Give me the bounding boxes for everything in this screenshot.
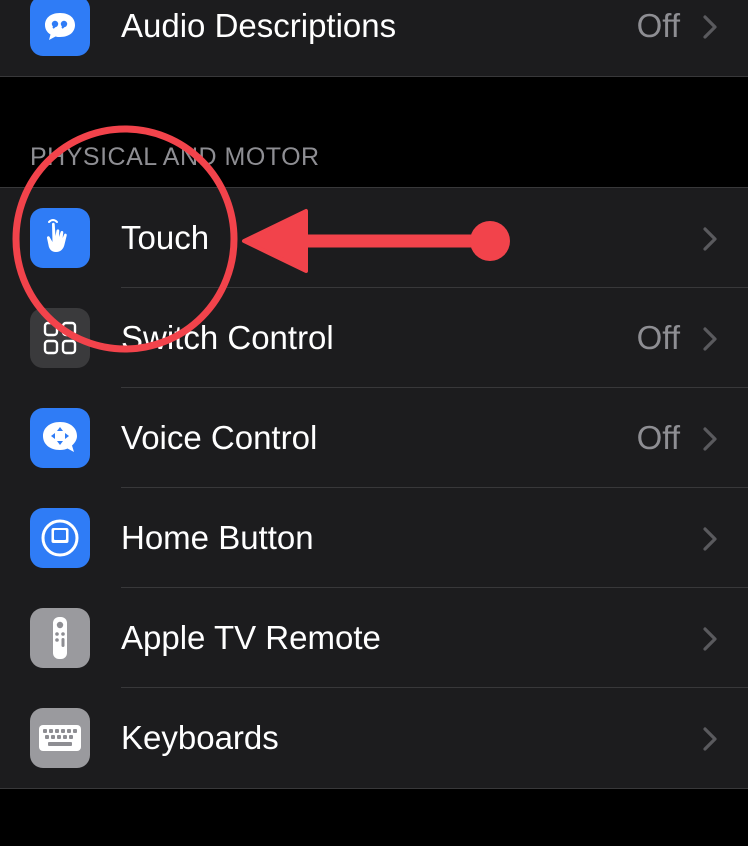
row-switch-control[interactable]: Switch Control Off [0,288,748,388]
row-keyboards[interactable]: Keyboards [0,688,748,788]
chevron-right-icon [703,15,717,39]
tv-remote-icon [30,608,90,668]
speech-bubble-quote-icon [30,0,90,56]
switch-control-value: Off [636,319,680,356]
keyboards-label: Keyboards [121,719,279,756]
chevron-right-icon [703,427,717,451]
row-apple-tv-remote[interactable]: Apple TV Remote [0,588,748,688]
row-audio-descriptions[interactable]: Audio Descriptions Off [0,0,748,76]
apple-tv-remote-label: Apple TV Remote [121,619,381,656]
audio-descriptions-label: Audio Descriptions [121,7,397,44]
chevron-right-icon [703,327,717,351]
section-header-physical-motor: PHYSICAL AND MOTOR [30,143,320,171]
top-settings-group: Audio Descriptions Off [0,0,748,77]
chevron-right-icon [703,727,717,751]
hand-touch-icon [30,208,90,268]
chevron-right-icon [703,227,717,251]
row-touch[interactable]: Touch [0,188,748,288]
voice-control-icon [30,408,90,468]
voice-control-label: Voice Control [121,419,318,456]
home-button-label: Home Button [121,519,314,556]
keyboard-icon [30,708,90,768]
switch-control-label: Switch Control [121,319,334,356]
touch-label: Touch [121,219,210,256]
audio-descriptions-value: Off [636,7,680,44]
home-button-icon [30,508,90,568]
chevron-right-icon [703,527,717,551]
physical-motor-group: Touch Switch Control Off Voice Control O… [0,187,748,789]
row-voice-control[interactable]: Voice Control Off [0,388,748,488]
accessibility-settings-page: Audio Descriptions Off PHYSICAL AND MOTO… [0,0,748,846]
chevron-right-icon [703,627,717,651]
voice-control-value: Off [636,419,680,456]
row-home-button[interactable]: Home Button [0,488,748,588]
grid-squares-icon [30,308,90,368]
